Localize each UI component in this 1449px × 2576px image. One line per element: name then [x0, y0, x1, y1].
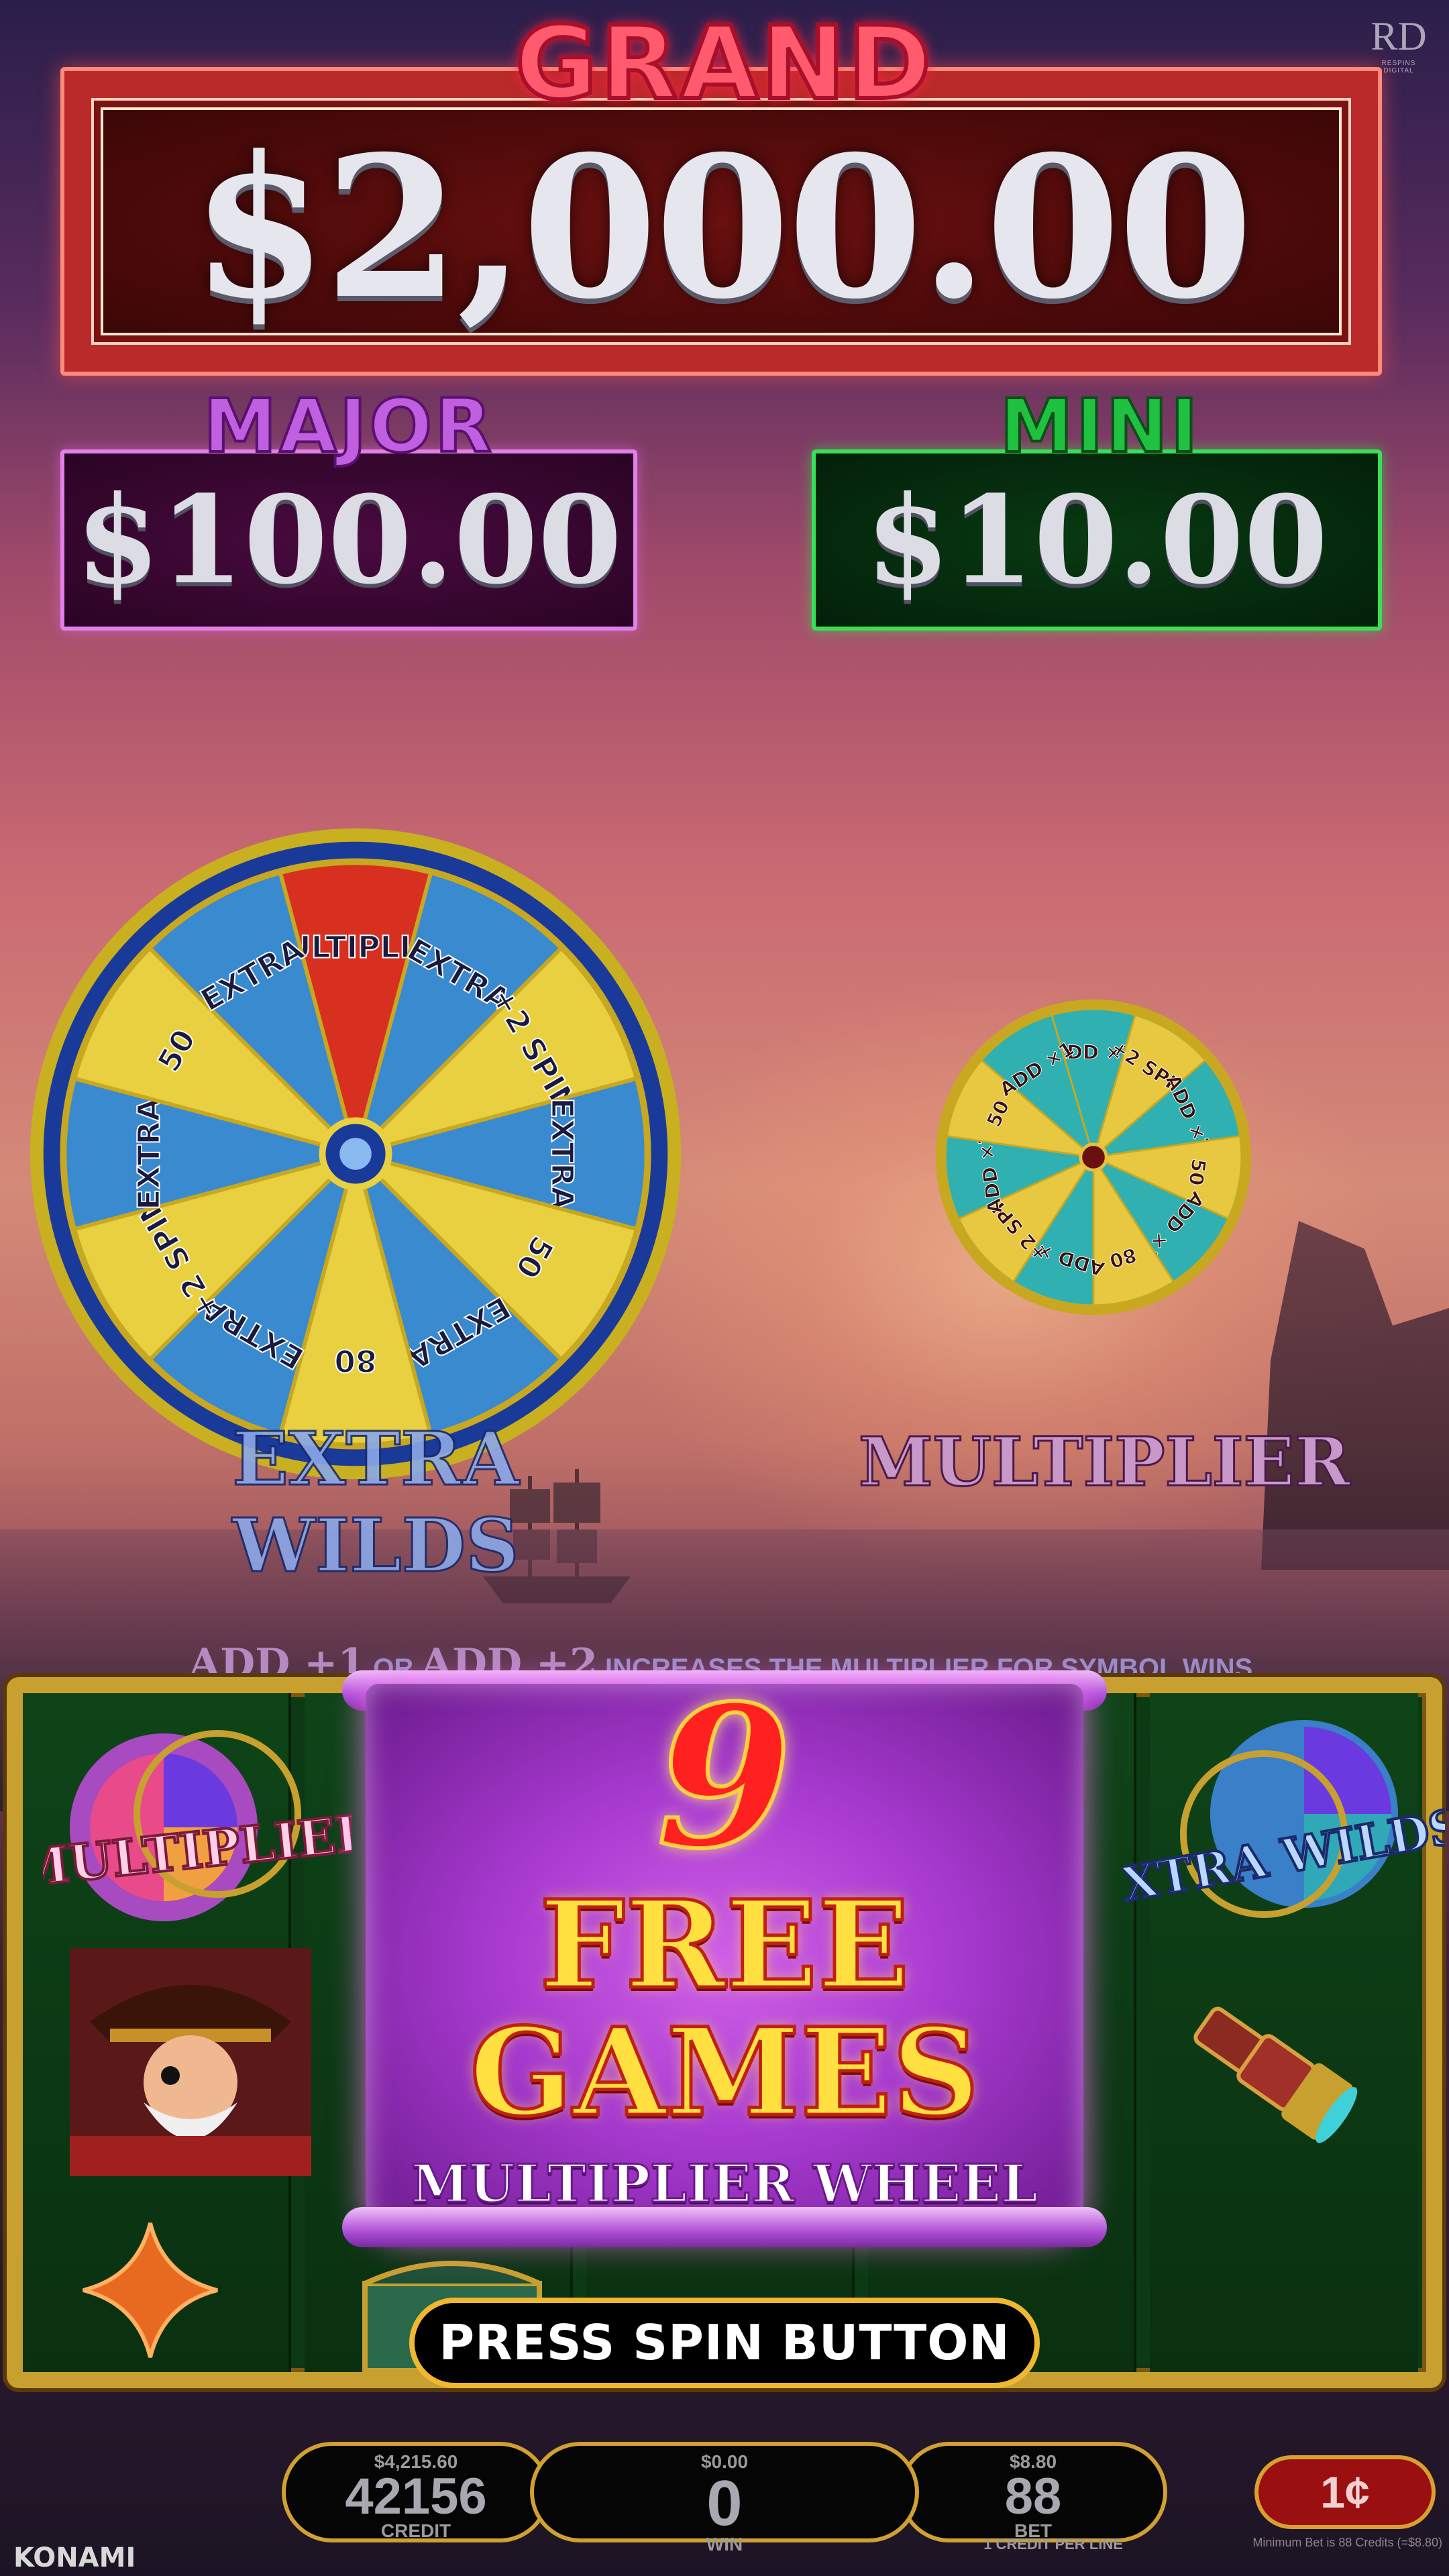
multiplier-wheel-segment-label: 50	[1184, 1157, 1210, 1187]
credit-value: 42156	[345, 2468, 487, 2525]
extra-wilds-wheel-symbol: EXTRA WILDS	[1123, 1720, 1445, 1920]
studio-logo: RD RESPINS DIGITAL	[1368, 13, 1429, 74]
lines-note: 1 CREDIT PER LINE	[983, 2536, 1123, 2553]
credit-meter: $4,215.60 42156 CREDIT	[282, 2442, 550, 2542]
konami-logo: KONAMI	[13, 2542, 136, 2573]
bet-meter: $8.80 88 BET	[899, 2442, 1167, 2542]
mini-jackpot-panel: $10.00	[812, 449, 1382, 631]
win-value: 0	[706, 2467, 743, 2539]
major-jackpot-title: MAJOR	[202, 383, 494, 469]
free-games-title-line2: GAMES	[468, 2002, 981, 2143]
extra-wilds-wheel-segment-label: 80	[334, 1342, 376, 1378]
win-meter: $0.00 0 WIN	[530, 2442, 919, 2555]
press-spin-button[interactable]: PRESS SPIN BUTTON	[409, 2298, 1040, 2388]
multiplier-wheel-label: MULTIPLIER	[858, 1421, 1352, 1503]
free-games-count: 9	[655, 1664, 794, 1892]
minimum-bet-note: Minimum Bet is 88 Credits (=$8.80)	[1252, 2536, 1442, 2549]
extra-wilds-wheel-segment-label: EXTRA	[544, 1097, 580, 1210]
free-games-title-line1: FREE	[538, 1874, 912, 2016]
denomination-button[interactable]: 1¢	[1254, 2455, 1436, 2529]
bet-value: 88	[1004, 2468, 1062, 2525]
major-jackpot-value: $100.00	[64, 453, 633, 627]
spyglass-symbol	[1193, 2006, 1358, 2143]
multiplier-wheel-symbol: MULTIPLIER	[43, 1730, 352, 1921]
free-games-subtitle: MULTIPLIER WHEEL	[411, 2153, 1039, 2216]
mini-jackpot-title: MINI	[998, 383, 1201, 469]
orange-diamond-symbol	[83, 2222, 218, 2358]
studio-logo-mark: RD	[1371, 14, 1427, 58]
win-label: WIN	[706, 2534, 743, 2555]
extra-wilds-wheel: MULTIPLIEREXTRA+2 SPINEXTRA50EXTRA80EXTR…	[30, 828, 682, 1480]
sea-cliff	[1261, 1221, 1449, 1570]
grand-jackpot-value: $2,000.00	[191, 114, 1253, 342]
grand-jackpot-title: GRAND	[513, 5, 934, 123]
extra-wilds-wheel-label: EXTRA WILDS	[231, 1415, 521, 1590]
pirate-captain-symbol	[70, 1948, 311, 2176]
major-jackpot-panel: $100.00	[60, 449, 637, 631]
multiplier-wheel: ADD ×1+2 SPINADD ×250ADD ×180ADD ×1+2 SP…	[935, 999, 1252, 1316]
extra-wilds-wheel-segment-label: EXTRA	[131, 1097, 167, 1210]
mini-jackpot-value: $10.00	[816, 453, 1378, 627]
credit-label: CREDIT	[380, 2520, 451, 2541]
grand-jackpot-display: $2,000.00	[91, 98, 1351, 345]
